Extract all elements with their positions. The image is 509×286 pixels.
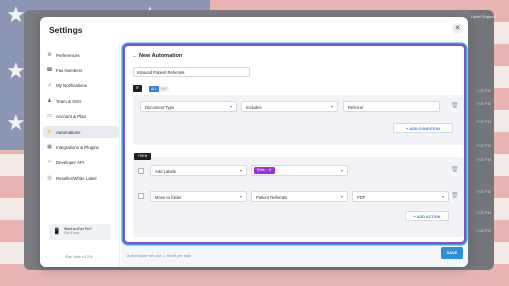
sidebar-item-developer-api[interactable]: ‹› Developer API <box>43 156 119 168</box>
plug-icon: ▦ <box>47 144 52 150</box>
automation-icon: ⚡ <box>46 129 53 135</box>
background-time: 7:03 PM <box>476 210 491 215</box>
background-header-text: Label Support <box>471 14 496 19</box>
add-action-button[interactable]: + ADD ACTION <box>405 211 449 221</box>
condition-block: Document Type ▾ Includes ▾ Referral 🗑 + … <box>133 95 464 145</box>
sidebar-item-fax-numbers[interactable]: ☎ Fax Numbers <box>43 64 119 76</box>
sidebar-item-preferences[interactable]: ⚙ Preferences <box>43 49 119 61</box>
background-time: 7:00 PM <box>476 88 491 93</box>
automation-card: ← New Automation Inbound Patient Referra… <box>123 44 466 244</box>
close-icon[interactable]: ✕ <box>452 23 463 34</box>
sidebar-item-account-plan[interactable]: ▭ Account & Plan <box>43 110 119 122</box>
code-icon: ‹› <box>47 159 52 165</box>
condition-operator-select[interactable]: Includes ▾ <box>241 101 338 112</box>
action-type-select[interactable]: Add Labels ▾ <box>150 165 247 176</box>
actions-block: Add Labels ▾ Refe... ✕ ▾ 🗑 Move to folde… <box>133 157 464 237</box>
promo-subtitle: Get it now <box>64 231 80 235</box>
label-select[interactable]: Refe... ✕ ▾ <box>251 165 348 176</box>
back-button[interactable]: ← New Automation <box>132 53 182 59</box>
settings-modal: Settings ✕ ⚙ Preferences ☎ Fax Numbers ♫… <box>40 17 468 267</box>
bell-icon: ♫ <box>47 82 52 88</box>
phone-icon: 📱 <box>53 229 61 235</box>
sidebar-item-label: Automations <box>56 129 81 135</box>
chevron-down-icon: ▾ <box>340 194 343 199</box>
chevron-down-icon: ▾ <box>330 104 333 109</box>
automation-name-input[interactable]: Inbound Patient Referrals <box>133 67 250 77</box>
action-type-value: Move to folder <box>155 194 182 200</box>
chevron-down-icon: ▾ <box>239 194 242 199</box>
label-chip[interactable]: Refe... ✕ <box>254 167 275 174</box>
card-icon: ▭ <box>47 113 52 119</box>
team-icon: ♟ <box>47 98 52 104</box>
chevron-down-icon: ▾ <box>340 168 343 173</box>
sidebar-item-label: Reseller/White Label <box>56 175 97 181</box>
sidebar-item-label: Account & Plan <box>56 113 87 119</box>
label-chip-text: Refe... <box>257 168 268 172</box>
sidebar-item-automations[interactable]: ⚡ Automations <box>43 126 119 138</box>
sidebar-item-label: Preferences <box>56 52 80 58</box>
folder-select[interactable]: Patient Referrals ▾ <box>251 191 348 202</box>
sidebar-item-label: Team & SSO <box>56 98 82 104</box>
condition-value-text: Referral <box>348 104 363 110</box>
match-toggle: ALL ANY <box>149 86 170 92</box>
gear-icon: ⚙ <box>47 52 52 58</box>
sidebar-item-label: Fax Numbers <box>56 67 83 73</box>
automation-panel: ← New Automation Inbound Patient Referra… <box>121 44 468 267</box>
trash-icon[interactable]: 🗑 <box>451 166 459 173</box>
condition-operator-value: Includes <box>246 104 262 110</box>
save-button[interactable]: SAVE <box>441 247 463 259</box>
sidebar-item-label: My Notifications <box>56 82 87 88</box>
then-badge: THEN <box>134 153 151 160</box>
add-condition-button[interactable]: + ADD CONDITION <box>393 123 453 133</box>
app-version: iFax Web v3.2.8 <box>65 255 93 259</box>
chevron-down-icon: ▾ <box>239 168 242 173</box>
sidebar-item-integrations[interactable]: ▦ Integrations & Plugins <box>43 141 119 153</box>
pro-promo-card[interactable]: 📱 Want an iFax Pro? Get it now <box>49 224 111 240</box>
condition-field-value: Document Type <box>145 104 175 110</box>
background-time: 7:03 PM <box>476 228 491 233</box>
sidebar-item-reseller[interactable]: ◎ Reseller/White Label <box>43 172 119 184</box>
fax-icon: ☎ <box>46 67 53 73</box>
toggle-any[interactable]: ANY <box>158 86 170 92</box>
globe-icon: ◎ <box>47 175 52 181</box>
background-time: 7:00 PM <box>476 119 491 124</box>
background-time: 7:03 PM <box>476 157 491 162</box>
sidebar-item-notifications[interactable]: ♫ My Notifications <box>43 79 119 91</box>
format-select[interactable]: PDF ▾ <box>352 191 449 202</box>
background-time: 7:00 PM <box>476 101 491 106</box>
action-type-select[interactable]: Move to folder ▾ <box>150 191 247 202</box>
chevron-down-icon: ▾ <box>229 104 232 109</box>
action-drag-handle[interactable] <box>138 168 144 174</box>
if-badge: IF <box>133 85 142 92</box>
sidebar-item-team-sso[interactable]: ♟ Team & SSO <box>43 95 119 107</box>
background-time: 7:03 PM <box>476 189 491 194</box>
condition-field-select[interactable]: Document Type ▾ <box>140 101 237 112</box>
condition-value-input[interactable]: Referral <box>343 101 440 112</box>
modal-title: Settings <box>49 25 83 35</box>
toggle-all[interactable]: ALL <box>149 86 159 92</box>
background-time: 7:03 PM <box>476 143 491 148</box>
folder-value: Patient Referrals <box>256 194 288 200</box>
chevron-down-icon: ▾ <box>441 194 444 199</box>
action-drag-handle[interactable] <box>138 193 144 199</box>
trash-icon[interactable]: 🗑 <box>451 192 459 199</box>
action-type-value: Add Labels <box>155 168 176 174</box>
sidebar-item-label: Developer API <box>56 159 85 165</box>
format-value: PDF <box>357 194 366 200</box>
sidebar-item-label: Integrations & Plugins <box>56 144 99 150</box>
trash-icon[interactable]: 🗑 <box>451 102 459 109</box>
credit-note: Automation will use 1 credit per task <box>127 253 192 258</box>
